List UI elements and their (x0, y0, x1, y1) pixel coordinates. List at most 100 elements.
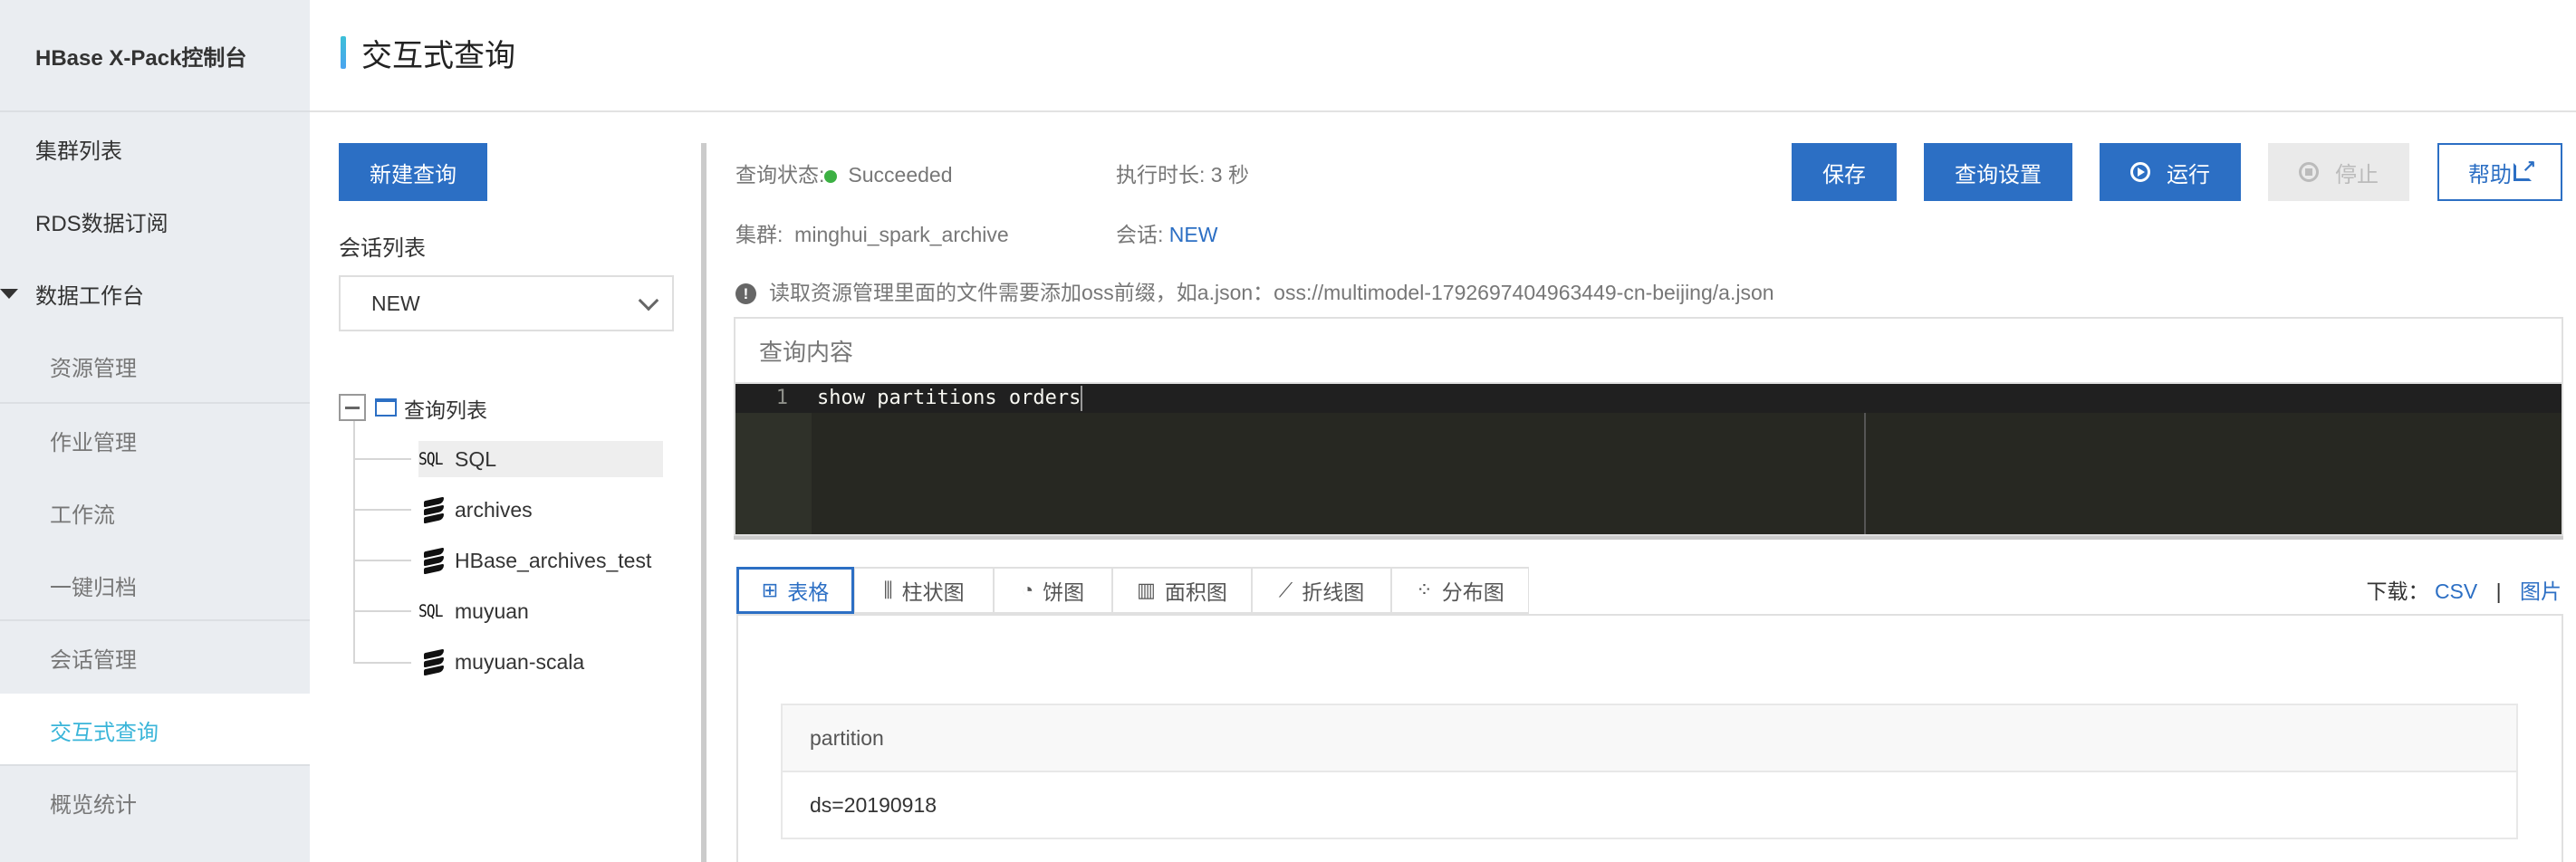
tab-pie-chart[interactable]: ◔ 饼图 (994, 567, 1112, 614)
sidebar: HBase X-Pack控制台 集群列表 RDS数据订阅 数据工作台 资源管理 … (0, 0, 310, 862)
save-button[interactable]: 保存 (1792, 143, 1897, 201)
sidebar-item-label: RDS数据订阅 (35, 211, 168, 236)
page-header: 交互式查询 (310, 0, 2576, 112)
stop-label: 停止 (2335, 162, 2379, 187)
execution-duration: 执行时长: 3 秒 (1116, 158, 1249, 188)
status-value: Succeeded (848, 163, 953, 187)
page-title: 交互式查询 (361, 39, 515, 73)
tab-label: 表格 (787, 580, 830, 604)
tree-connector (353, 560, 411, 561)
download-csv-link[interactable]: CSV (2435, 579, 2477, 603)
session-list-label: 会话列表 (339, 236, 426, 261)
separator: | (2495, 579, 2502, 603)
run-button[interactable]: 运行 (2100, 143, 2241, 201)
collapse-icon[interactable] (339, 394, 366, 421)
sidebar-item-job-management[interactable]: 作业管理 (0, 404, 310, 476)
tree-item[interactable]: HBase_archives_test (418, 542, 651, 579)
tab-label: 折线图 (1302, 580, 1365, 604)
table-cell: ds=20190918 (782, 771, 2517, 838)
tree-item-label: muyuan (455, 599, 529, 623)
tree-root-label[interactable]: 查询列表 (404, 393, 487, 424)
download-label: 下载： (2366, 579, 2429, 603)
title-accent-bar (341, 36, 346, 69)
sidebar-item-label: 概览统计 (50, 792, 137, 818)
pie-chart-icon: ◔ (1021, 579, 1034, 601)
sidebar-item-session-management[interactable]: 会话管理 (0, 621, 310, 694)
table-row: ds=20190918 (782, 771, 2517, 838)
run-label: 运行 (2167, 162, 2210, 187)
duration-value: 3 秒 (1210, 163, 1249, 187)
cluster-info: 集群: minghui_spark_archive (735, 217, 1009, 248)
tree-item[interactable]: muyuan-scala (418, 644, 584, 680)
table-icon: ⊞ (761, 579, 779, 601)
cluster-value: minghui_spark_archive (794, 223, 1009, 246)
sidebar-item-rds-subscription[interactable]: RDS数据订阅 (0, 185, 310, 257)
play-icon (2130, 162, 2150, 182)
session-link[interactable]: NEW (1169, 223, 1218, 246)
tree-item[interactable]: archives (418, 492, 533, 528)
chevron-down-icon (638, 290, 659, 311)
editor-title: 查询内容 (735, 319, 2562, 384)
notice: ! 读取资源管理里面的文件需要添加oss前缀，如a.json：oss://mult… (735, 275, 1774, 306)
tree-item[interactable]: SQL SQL (418, 441, 663, 477)
line-chart-icon: ⟋ (1278, 579, 1293, 601)
sidebar-item-cluster-list[interactable]: 集群列表 (0, 112, 310, 185)
tab-bar-chart[interactable]: ⫼ 柱状图 (854, 567, 994, 614)
sidebar-item-one-click-archive[interactable]: 一键归档 (0, 549, 310, 621)
tree-item[interactable]: SQL muyuan (418, 593, 529, 629)
editor-scrollbar[interactable] (734, 536, 2563, 540)
tab-line-chart[interactable]: ⟋ 折线图 (1252, 567, 1391, 614)
sidebar-item-interactive-query[interactable]: 交互式查询 (0, 694, 310, 766)
sidebar-item-workflow[interactable]: 工作流 (0, 476, 310, 549)
sidebar-item-label: 作业管理 (50, 430, 137, 455)
exclamation-icon: ! (735, 283, 756, 305)
download-links: 下载： CSV | 图片 (2367, 574, 2562, 605)
tree-item-label: HBase_archives_test (455, 548, 652, 572)
sidebar-item-resource-management[interactable]: 资源管理 (0, 330, 310, 402)
stop-icon (2299, 162, 2319, 182)
sidebar-item-label: 资源管理 (50, 356, 137, 381)
code-line[interactable]: show partitions orders (817, 384, 1083, 413)
area-chart-icon: ▥ (1137, 579, 1156, 601)
sql-icon: SQL (418, 601, 443, 621)
table-header-row: partition (782, 704, 2517, 772)
sql-icon: SQL (418, 449, 443, 469)
stop-button[interactable]: 停止 (2268, 143, 2409, 201)
query-content-panel: 查询内容 1 show partitions orders (734, 317, 2563, 536)
panel-resize-handle[interactable] (701, 143, 706, 862)
tree-connector (353, 458, 411, 460)
folder-icon (375, 398, 397, 417)
tab-scatter-chart[interactable]: ⁘ 分布图 (1391, 567, 1529, 614)
query-status: 查询状态: Succeeded (735, 158, 952, 188)
download-image-link[interactable]: 图片 (2520, 579, 2562, 603)
tree-connector (353, 610, 411, 612)
sidebar-item-label: 交互式查询 (50, 720, 159, 745)
help-label: 帮助 (2468, 162, 2512, 187)
tab-area-chart[interactable]: ▥ 面积图 (1112, 567, 1252, 614)
tab-label: 柱状图 (901, 580, 965, 604)
print-margin (1864, 413, 1866, 534)
tree-item-label: archives (455, 497, 533, 522)
cluster-label: 集群: (735, 223, 783, 246)
session-select[interactable]: NEW (339, 275, 674, 331)
sidebar-item-label: 一键归档 (50, 575, 137, 600)
sidebar-item-label: 集群列表 (35, 139, 122, 164)
sidebar-item-data-workbench[interactable]: 数据工作台 (0, 257, 310, 330)
notice-text: 读取资源管理里面的文件需要添加oss前缀，如a.json：oss://multi… (769, 281, 1774, 304)
tree-connector (353, 662, 411, 664)
session-select-value: NEW (371, 291, 420, 315)
help-button[interactable]: 帮助 (2437, 143, 2562, 201)
caret-down-icon[interactable] (0, 289, 18, 299)
sidebar-item-overview-stats[interactable]: 概览统计 (0, 766, 310, 838)
code-editor[interactable]: 1 show partitions orders (735, 384, 2562, 534)
status-label: 查询状态: (735, 163, 825, 187)
brand-title: HBase X-Pack控制台 (0, 0, 310, 112)
status-dot-icon (824, 169, 838, 183)
new-query-button[interactable]: 新建查询 (339, 143, 487, 201)
result-table: partition ds=20190918 (781, 704, 2518, 839)
tab-label: 面积图 (1164, 580, 1227, 604)
session-label: 会话: (1116, 223, 1164, 246)
query-settings-button[interactable]: 查询设置 (1924, 143, 2072, 201)
tab-table[interactable]: ⊞ 表格 (736, 567, 854, 614)
result-tabs: ⊞ 表格 ⫼ 柱状图 ◔ 饼图 ▥ 面积图 ⟋ 折线图 ⁘ 分布图 (736, 567, 1529, 614)
